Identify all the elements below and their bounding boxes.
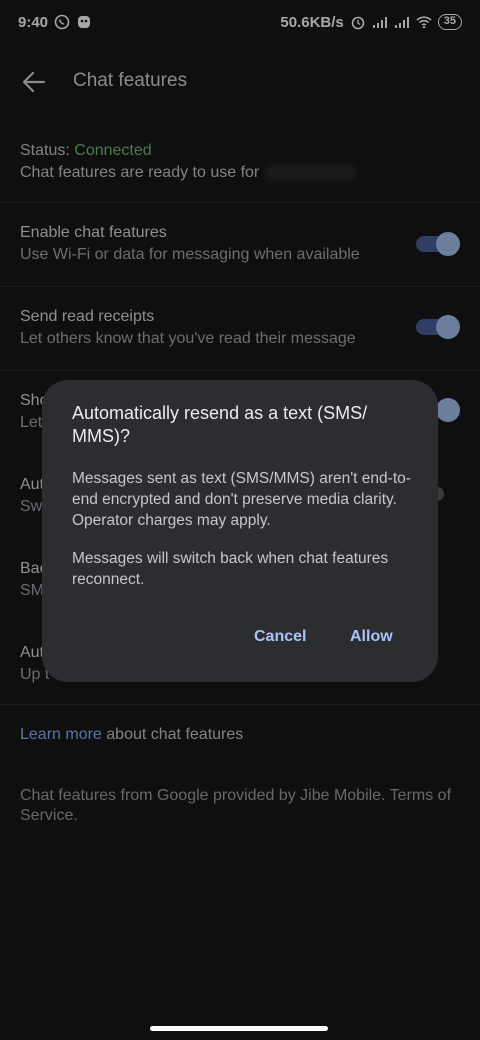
allow-button[interactable]: Allow [344,624,399,650]
gesture-nav-bar[interactable] [150,1026,328,1031]
dialog-title: Automatically resend as a text (SMS/ MMS… [72,403,368,446]
dialog-message-secondary: Messages will switch back when chat feat… [72,550,389,588]
dialog-message: Messages sent as text (SMS/MMS) aren't e… [72,470,411,529]
resend-dialog: Automatically resend as a text (SMS/ MMS… [42,380,438,682]
cancel-button[interactable]: Cancel [248,624,312,650]
